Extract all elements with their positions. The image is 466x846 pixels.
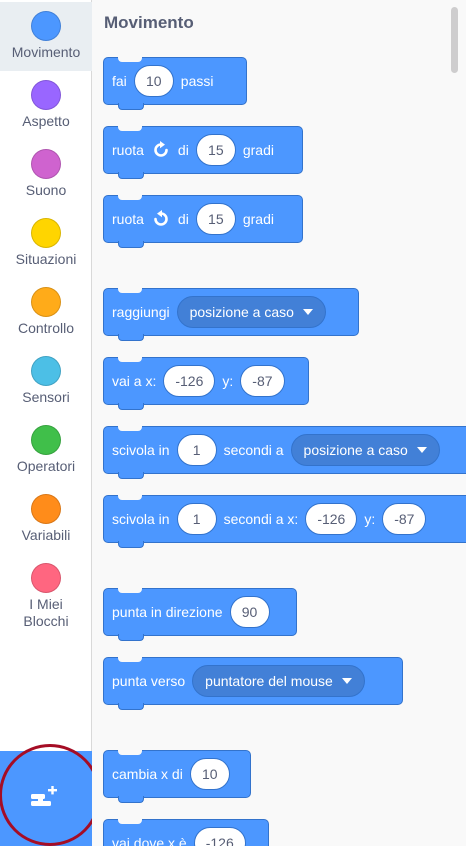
motion-category-icon	[31, 11, 61, 41]
rotate-clockwise-icon	[151, 140, 171, 160]
block-text: punta verso	[112, 673, 186, 689]
set-x-input[interactable]: -126	[193, 827, 246, 846]
sound-category-icon	[31, 149, 61, 179]
block-text: y:	[364, 511, 376, 527]
category-sensing[interactable]: Sensori	[0, 347, 92, 416]
category-events[interactable]: Situazioni	[0, 209, 92, 278]
block-text: ruota	[112, 211, 144, 227]
move-steps-block[interactable]: fai 10 passi	[103, 57, 247, 110]
my-blocks-category-icon	[31, 563, 61, 593]
caret-down-icon	[341, 678, 352, 684]
block-text: y:	[222, 373, 234, 389]
glide-to-xy-block[interactable]: scivola in 1 secondi a x: -126 y: -87	[103, 495, 466, 548]
block-text: gradi	[242, 211, 274, 227]
block-text: punta in direzione	[112, 604, 223, 620]
point-towards-dropdown[interactable]: puntatore del mouse	[192, 665, 365, 697]
section-title: Movimento	[104, 13, 194, 32]
category-label: Suono	[25, 182, 67, 198]
looks-category-icon	[31, 80, 61, 110]
block-text: fai	[112, 73, 127, 89]
change-x-block[interactable]: cambia x di 10	[103, 750, 251, 803]
category-label: Aspetto	[22, 113, 70, 129]
category-label: Variabili	[21, 527, 71, 543]
y-input[interactable]: -87	[240, 365, 285, 397]
category-label: I Miei Blocchi	[23, 596, 69, 629]
degrees-input[interactable]: 15	[195, 134, 236, 166]
add-extension-icon	[31, 785, 57, 806]
point-in-direction-block[interactable]: punta in direzione 90	[103, 588, 297, 641]
glide-to-block[interactable]: scivola in 1 secondi a posizione a caso	[103, 426, 466, 479]
dropdown-value: posizione a caso	[189, 304, 294, 320]
dropdown-value: puntatore del mouse	[205, 673, 333, 689]
category-label: Operatori	[16, 458, 76, 474]
direction-input[interactable]: 90	[229, 596, 270, 628]
steps-input[interactable]: 10	[133, 65, 174, 97]
block-palette: Movimento fai 10 passi ruota di 15 gradi…	[92, 0, 466, 846]
x-input[interactable]: -126	[163, 365, 216, 397]
category-label: Controllo	[17, 320, 75, 336]
caret-down-icon	[416, 447, 427, 453]
caret-down-icon	[302, 309, 313, 315]
x-input[interactable]: -126	[305, 503, 358, 535]
category-variables[interactable]: Variabili	[0, 485, 92, 554]
block-text: raggiungi	[112, 304, 170, 320]
block-text: di	[177, 142, 189, 158]
turn-right-block[interactable]: ruota di 15 gradi	[103, 126, 303, 179]
turn-left-block[interactable]: ruota di 15 gradi	[103, 195, 303, 248]
category-operators[interactable]: Operatori	[0, 416, 92, 485]
go-to-target-dropdown[interactable]: posizione a caso	[176, 296, 326, 328]
category-label: Situazioni	[15, 251, 77, 267]
y-input[interactable]: -87	[382, 503, 427, 535]
category-motion[interactable]: Movimento	[0, 2, 92, 71]
palette-scrollbar[interactable]	[451, 7, 458, 73]
point-towards-block[interactable]: punta verso puntatore del mouse	[103, 657, 403, 710]
sensing-category-icon	[31, 356, 61, 386]
change-x-input[interactable]: 10	[189, 758, 230, 790]
category-control[interactable]: Controllo	[0, 278, 92, 347]
block-text: scivola in	[112, 442, 170, 458]
operators-category-icon	[31, 425, 61, 455]
block-text: vai dove x è	[112, 835, 187, 846]
block-text: secondi a	[223, 442, 284, 458]
events-category-icon	[31, 218, 61, 248]
glide-target-dropdown[interactable]: posizione a caso	[290, 434, 440, 466]
dropdown-value: posizione a caso	[303, 442, 408, 458]
rotate-counterclockwise-icon	[151, 209, 171, 229]
set-x-block[interactable]: vai dove x è -126	[103, 819, 269, 846]
block-text: gradi	[242, 142, 274, 158]
category-label: Sensori	[22, 389, 70, 405]
category-sound[interactable]: Suono	[0, 140, 92, 209]
block-text: scivola in	[112, 511, 170, 527]
category-looks[interactable]: Aspetto	[0, 71, 92, 140]
block-text: di	[177, 211, 189, 227]
category-menu: Movimento Aspetto Suono Situazioni Contr…	[0, 0, 92, 846]
seconds-input[interactable]: 1	[176, 503, 217, 535]
add-extension-button[interactable]	[0, 751, 92, 846]
category-label: Movimento	[11, 44, 81, 60]
block-text: vai a x:	[112, 373, 157, 389]
block-text: secondi a x:	[223, 511, 299, 527]
category-my-blocks[interactable]: I Miei Blocchi	[0, 554, 92, 644]
seconds-input[interactable]: 1	[176, 434, 217, 466]
block-text: ruota	[112, 142, 144, 158]
variables-category-icon	[31, 494, 61, 524]
block-text: cambia x di	[112, 766, 183, 782]
block-text: passi	[180, 73, 214, 89]
go-to-block[interactable]: raggiungi posizione a caso	[103, 288, 359, 341]
go-to-xy-block[interactable]: vai a x: -126 y: -87	[103, 357, 309, 410]
control-category-icon	[31, 287, 61, 317]
degrees-input[interactable]: 15	[195, 203, 236, 235]
